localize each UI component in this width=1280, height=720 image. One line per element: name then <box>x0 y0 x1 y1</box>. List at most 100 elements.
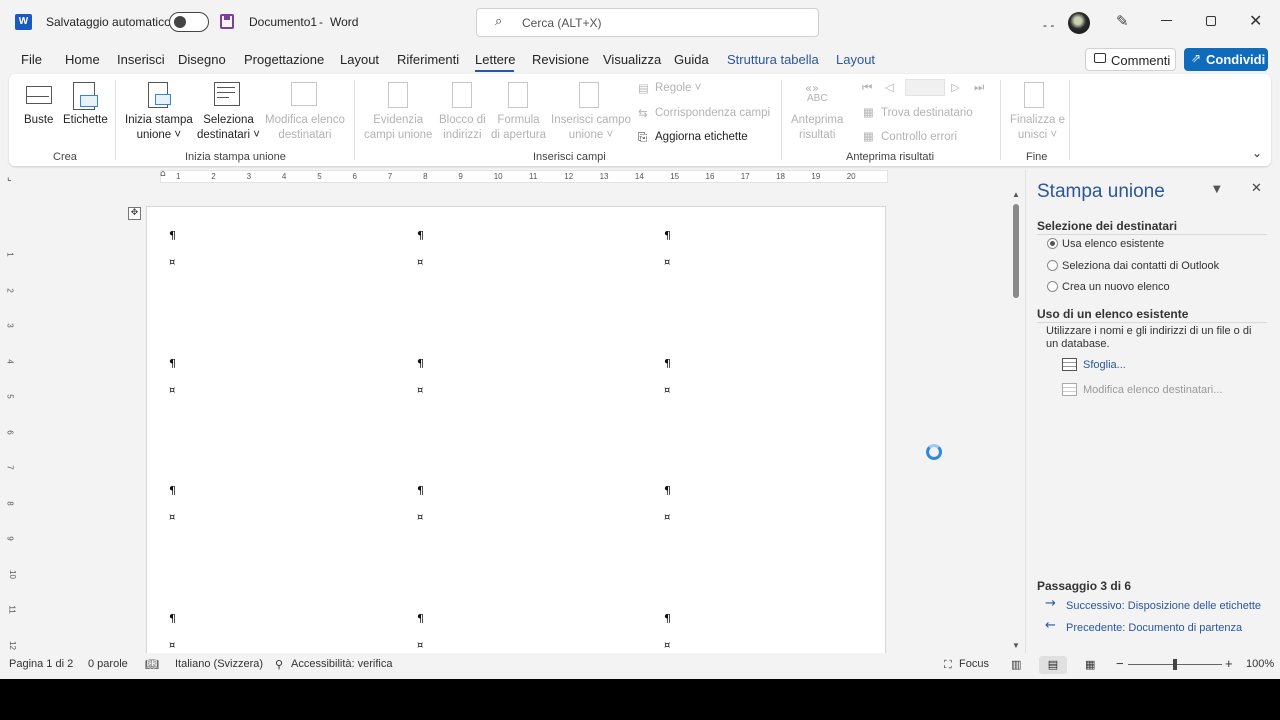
tab-view[interactable]: Visualizza <box>603 52 661 67</box>
tab-insert[interactable]: Inserisci <box>117 52 165 67</box>
document-page[interactable]: ¶ ¤ ¶ ¤ ¶ ¤ ¶ ¤ ¶ ¤ ¶ ¤ ¶ ¤ ¶ ¤ ¶ ¤ ¶ ¤ ¶ ¤ ¶ ¤ <box>146 206 886 653</box>
scroll-up-icon[interactable]: ▲ <box>1012 190 1020 199</box>
share-button[interactable]: ⇗ Condividi <box>1184 48 1268 71</box>
document-title[interactable]: Documento1 <box>249 15 317 29</box>
edit-recipient-list-button[interactable]: Modifica elenco destinatari <box>265 113 345 143</box>
ruler-tick-label: 18 <box>776 172 785 181</box>
first-record-icon[interactable]: ⏮ <box>862 80 872 95</box>
select-recipients-button[interactable]: Seleziona destinatari ˅ <box>197 113 260 143</box>
radio-new-list[interactable] <box>1047 281 1058 292</box>
title-separator: - <box>319 15 323 29</box>
account-avatar[interactable] <box>1068 12 1090 34</box>
tab-help[interactable]: Guida <box>674 52 709 67</box>
highlight-fields-button[interactable]: Evidenzia campi unione <box>364 113 432 143</box>
rules-button[interactable]: Regole ˅ <box>655 82 701 94</box>
horizontal-ruler[interactable]: ⌂ 1 2 3 4 5 6 7 8 9 10 11 12 13 14 15 16 17 18 19 20 <box>140 169 890 184</box>
label-use-existing[interactable]: Usa elenco esistente <box>1062 238 1164 250</box>
proofing-icon[interactable]: 📖︎ <box>145 658 159 671</box>
next-step-link[interactable]: Successivo: Disposizione delle etichette <box>1066 600 1261 612</box>
tab-review[interactable]: Revisione <box>532 52 589 67</box>
close-window-icon[interactable]: ✕ <box>1249 11 1262 30</box>
last-record-icon[interactable]: ⏭ <box>974 80 984 95</box>
address-block-button[interactable]: Blocco di indirizzi <box>439 113 486 143</box>
vertical-scrollbar[interactable]: ▲ ▼ <box>1011 190 1021 652</box>
pen-icon[interactable]: ✎ <box>1116 12 1129 30</box>
tab-table-layout[interactable]: Layout <box>836 52 875 67</box>
ribbon-collapse-icon[interactable]: ⌄ <box>1252 146 1262 160</box>
pane-close-icon[interactable]: ✕ <box>1251 181 1262 196</box>
tab-mailings[interactable]: Lettere <box>475 52 515 67</box>
browse-link[interactable]: Sfoglia... <box>1083 359 1126 371</box>
preview-results-button[interactable]: Anteprima risultati <box>791 113 843 143</box>
envelopes-button[interactable]: Buste <box>24 113 53 128</box>
next-record-icon[interactable]: ▷ <box>951 80 960 94</box>
paragraph-mark[interactable]: ¶ <box>664 229 671 242</box>
update-labels-button[interactable]: Aggiorna etichette <box>655 131 748 143</box>
find-recipient-button[interactable]: Trova destinatario <box>881 107 973 119</box>
tab-selector-icon[interactable]: ⌞ <box>7 172 12 183</box>
comments-button[interactable]: Commenti <box>1085 48 1176 71</box>
zoom-out-button[interactable]: − <box>1116 656 1124 671</box>
web-layout-icon[interactable]: ▦ <box>1085 658 1095 671</box>
paragraph-mark[interactable]: ¶ <box>169 229 176 242</box>
tab-design[interactable]: Progettazione <box>244 52 324 67</box>
paragraph-mark[interactable]: ¶ <box>169 357 176 370</box>
autosave-toggle[interactable] <box>169 12 209 32</box>
paragraph-mark[interactable]: ¶ <box>169 484 176 497</box>
accessibility-status[interactable]: Accessibilità: verifica <box>291 658 392 670</box>
record-number-field[interactable] <box>905 79 945 96</box>
match-fields-button[interactable]: Corrispondenza campi <box>655 107 770 119</box>
label-new-list[interactable]: Crea un nuovo elenco <box>1062 281 1170 293</box>
previous-step-link[interactable]: Precedente: Documento di partenza <box>1066 622 1242 634</box>
save-icon[interactable] <box>220 14 234 29</box>
greeting-label-2: di apertura <box>491 129 546 141</box>
zoom-in-button[interactable]: + <box>1225 656 1233 671</box>
paragraph-mark[interactable]: ¶ <box>664 484 671 497</box>
tab-references[interactable]: Riferimenti <box>397 52 459 67</box>
document-area[interactable]: ✥ ¶ ¤ ¶ ¤ ¶ ¤ ¶ ¤ ¶ ¤ ¶ ¤ ¶ ¤ ¶ ¤ ¶ ¤ ¶ ¤ ¶ ¤ ¶ ¤ <box>22 188 1022 653</box>
scroll-down-icon[interactable]: ▼ <box>1012 641 1020 650</box>
zoom-slider[interactable] <box>1128 659 1222 670</box>
left-indent-marker[interactable]: ⌂ <box>160 169 166 179</box>
label-outlook-contacts[interactable]: Seleziona dai contatti di Outlook <box>1062 260 1219 272</box>
zoom-level[interactable]: 100% <box>1246 658 1274 670</box>
read-mode-icon[interactable]: ▥ <box>1011 658 1021 671</box>
paragraph-mark[interactable]: ¶ <box>417 484 424 497</box>
search-box[interactable]: ⌕ Cerca (ALT+X) <box>476 8 819 37</box>
pane-options-icon[interactable]: ▼ <box>1213 184 1221 195</box>
radio-use-existing[interactable] <box>1047 238 1058 249</box>
restore-icon[interactable] <box>1206 16 1216 26</box>
tab-table-design[interactable]: Struttura tabella <box>727 52 819 67</box>
page-count[interactable]: Pagina 1 di 2 <box>9 658 73 670</box>
minimize-icon[interactable] <box>1161 20 1172 21</box>
focus-button[interactable]: Focus <box>959 658 989 670</box>
scroll-thumb[interactable] <box>1013 204 1019 298</box>
paragraph-mark[interactable]: ¶ <box>417 229 424 242</box>
zoom-slider-thumb[interactable] <box>1173 659 1177 670</box>
highlight-label-1: Evidenzia <box>373 114 424 126</box>
tab-home[interactable]: Home <box>65 52 100 67</box>
tab-file[interactable]: File <box>21 52 42 67</box>
check-errors-button[interactable]: Controllo errori <box>881 131 957 143</box>
table-move-handle-icon[interactable]: ✥ <box>128 207 141 220</box>
print-layout-icon[interactable]: ▤ <box>1039 656 1067 674</box>
address-block-icon <box>452 82 472 108</box>
finish-merge-button[interactable]: Finalizza e unisci ˅ <box>1010 113 1065 143</box>
language-indicator[interactable]: Italiano (Svizzera) <box>175 658 263 670</box>
paragraph-mark[interactable]: ¶ <box>169 612 176 625</box>
edit-list-link[interactable]: Modifica elenco destinatari... <box>1083 384 1222 396</box>
tab-draw[interactable]: Disegno <box>178 52 226 67</box>
greeting-line-button[interactable]: Formula di apertura <box>491 113 546 143</box>
paragraph-mark[interactable]: ¶ <box>664 612 671 625</box>
tab-layout[interactable]: Layout <box>340 52 379 67</box>
paragraph-mark[interactable]: ¶ <box>417 357 424 370</box>
vertical-ruler[interactable]: 1 2 3 4 5 6 7 8 9 10 11 12 <box>2 190 20 650</box>
labels-button[interactable]: Etichette <box>63 113 108 128</box>
insert-merge-field-button[interactable]: Inserisci campo unione ˅ <box>551 113 631 143</box>
paragraph-mark[interactable]: ¶ <box>417 612 424 625</box>
word-count[interactable]: 0 parole <box>88 658 128 670</box>
start-merge-button[interactable]: Inizia stampa unione ˅ <box>125 113 193 143</box>
paragraph-mark[interactable]: ¶ <box>664 357 671 370</box>
radio-outlook-contacts[interactable] <box>1047 260 1058 271</box>
previous-record-icon[interactable]: ◁ <box>885 80 894 94</box>
